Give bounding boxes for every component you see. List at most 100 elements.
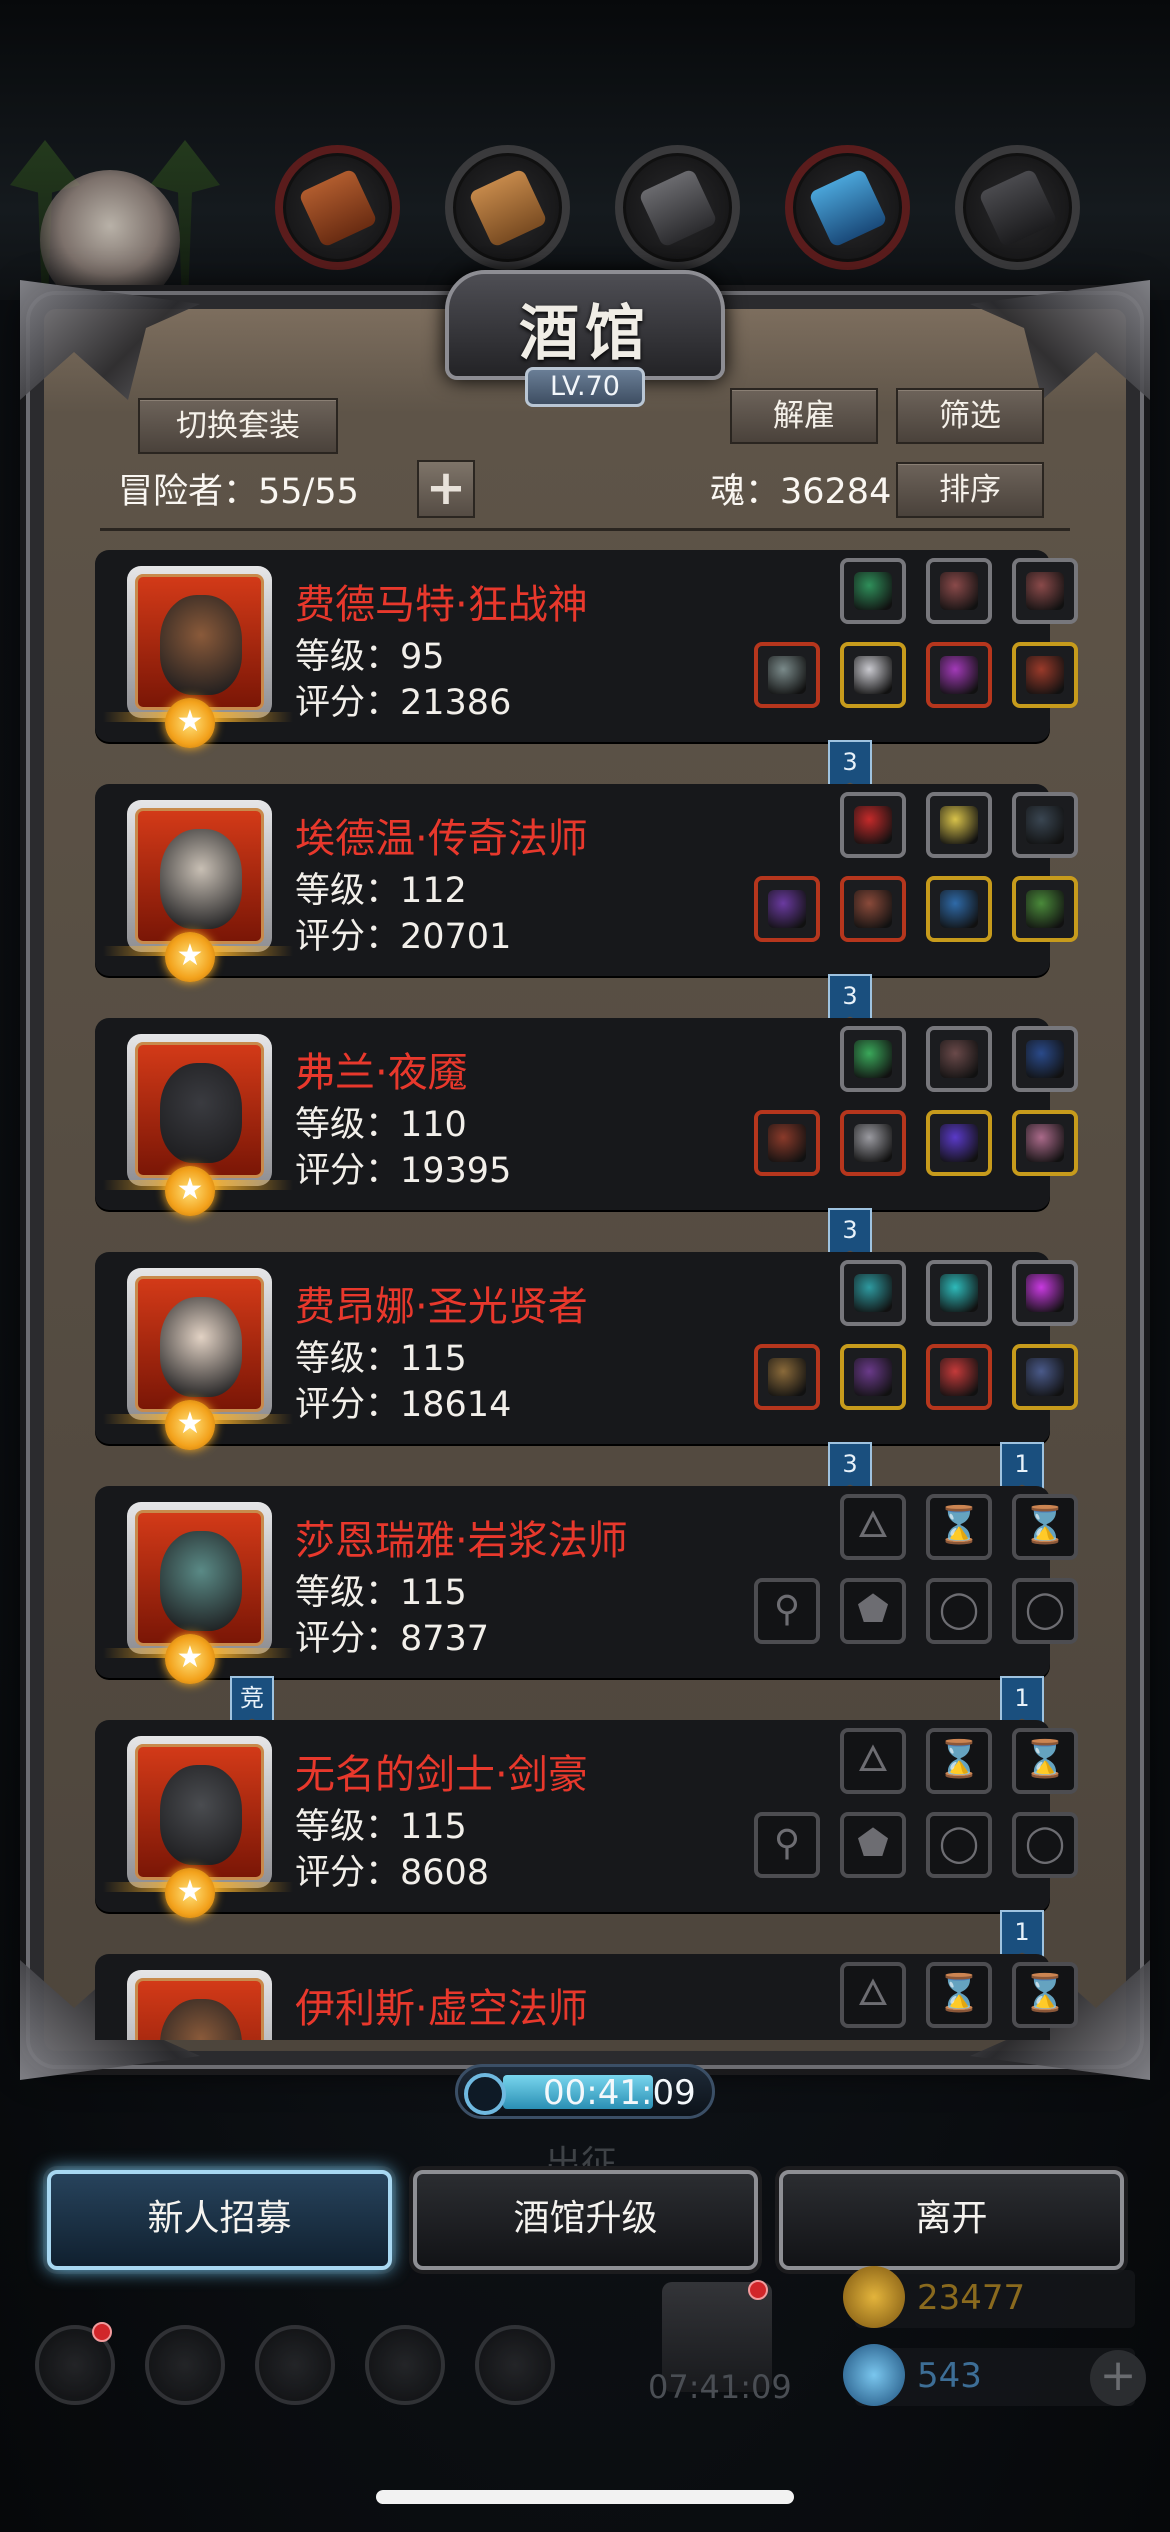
empty-equipment-slot[interactable]: ◯ [1012, 1578, 1078, 1644]
hero-card[interactable]: ★ 莎恩瑞雅·岩浆法师 等级：115 评分：8737 🜂 ⌛ ⌛ ⚲ ⬟ ◯ ◯ [95, 1486, 1078, 1684]
hero-portrait[interactable] [127, 1034, 272, 1186]
hero-name: 费德马特·狂战神 [295, 582, 588, 628]
hero-portrait[interactable] [127, 566, 272, 718]
equipment-slot[interactable] [1012, 876, 1078, 942]
item-icon [940, 656, 978, 694]
empty-equipment-slot[interactable]: 🜂 [840, 1962, 906, 2028]
equipment-slot[interactable] [926, 1260, 992, 1326]
equipment-slot[interactable] [840, 792, 906, 858]
guild-icon[interactable] [255, 2325, 335, 2405]
hero-name: 费昂娜·圣光贤者 [295, 1284, 588, 1330]
dock-timer: 07:41:09 [648, 2368, 792, 2406]
hero-portrait[interactable] [127, 1502, 272, 1654]
item-icon [854, 656, 892, 694]
equipment-slot[interactable] [926, 1344, 992, 1410]
equipment-slot[interactable] [926, 1110, 992, 1176]
equipment-slot[interactable] [754, 1344, 820, 1410]
filter-button[interactable]: 筛选 [896, 388, 1044, 444]
hero-card[interactable]: ★ 费昂娜·圣光贤者 等级：115 评分：18614 [95, 1252, 1078, 1450]
star-rank-icon: ★ [165, 1868, 215, 1918]
equipment-slot[interactable] [926, 792, 992, 858]
equipment-slot[interactable] [840, 1026, 906, 1092]
clock-icon [464, 2073, 506, 2115]
gold-resource: 23477 [843, 2266, 1135, 2328]
equipment-slot[interactable] [926, 876, 992, 942]
upgrade-tavern-button[interactable]: 酒馆升级 [413, 2170, 758, 2270]
empty-equipment-slot[interactable]: ⌛ [926, 1494, 992, 1560]
equipment-slot[interactable] [754, 876, 820, 942]
hero-card[interactable]: ★ 埃德温·传奇法师 等级：112 评分：20701 [95, 784, 1078, 982]
soul-count: 魂：36284 [710, 472, 892, 512]
empty-equipment-slot[interactable]: 🜂 [840, 1728, 906, 1794]
item-icon [1026, 656, 1064, 694]
hero-level: 等级：95 [295, 637, 445, 677]
equipment-slot[interactable] [840, 1110, 906, 1176]
hero-card[interactable]: ★ 无名的剑士·剑豪 等级：115 评分：8608 🜂 ⌛ ⌛ ⚲ ⬟ ◯ ◯ [95, 1720, 1078, 1918]
empty-equipment-slot[interactable]: ⬟ [840, 1812, 906, 1878]
empty-equipment-slot[interactable]: ⌛ [926, 1728, 992, 1794]
hero-portrait[interactable] [127, 800, 272, 952]
item-icon [1026, 1124, 1064, 1162]
adventurer-count: 冒险者：55/55 [118, 472, 359, 512]
switch-set-button[interactable]: 切换套装 [138, 398, 338, 454]
equipment-slot[interactable] [1012, 1026, 1078, 1092]
equipment-slot[interactable] [926, 558, 992, 624]
resource-icon-iron[interactable] [955, 145, 1080, 270]
resource-icon-crystal[interactable] [785, 145, 910, 270]
equipment-slot[interactable] [1012, 1260, 1078, 1326]
dismiss-button[interactable]: 解雇 [730, 388, 878, 444]
item-icon [1026, 806, 1064, 844]
equipment-slot[interactable] [840, 1344, 906, 1410]
empty-equipment-slot[interactable]: ◯ [926, 1812, 992, 1878]
equipment-slot[interactable] [754, 642, 820, 708]
hero-card[interactable]: ★伊利斯·虚空法师🜂⌛⌛ [95, 1954, 1078, 2040]
empty-equipment-slot[interactable]: ◯ [926, 1578, 992, 1644]
resource-icon-stone[interactable] [615, 145, 740, 270]
recruit-button[interactable]: 新人招募 [47, 2170, 392, 2270]
hero-card[interactable]: ★ 弗兰·夜魇 等级：110 评分：19395 [95, 1018, 1078, 1216]
equipment-slot[interactable] [1012, 1110, 1078, 1176]
hero-score: 评分：19395 [295, 1151, 512, 1191]
equipment-slot[interactable] [840, 558, 906, 624]
hero-portrait[interactable] [127, 1736, 272, 1888]
equipment-slot[interactable] [840, 1260, 906, 1326]
equipment-slot[interactable] [1012, 1344, 1078, 1410]
add-adventurer-button[interactable]: + [417, 460, 475, 518]
add-resource-icon[interactable]: + [1090, 2350, 1146, 2406]
equipment-slot[interactable] [1012, 558, 1078, 624]
item-icon [940, 890, 978, 928]
hero-portrait[interactable] [127, 1268, 272, 1420]
equipment-slot[interactable] [926, 642, 992, 708]
item-icon [854, 572, 892, 610]
leave-button[interactable]: 离开 [779, 2170, 1124, 2270]
equipment-slot[interactable] [840, 642, 906, 708]
empty-equipment-slot[interactable]: ⚲ [754, 1812, 820, 1878]
equipment-slot[interactable] [1012, 642, 1078, 708]
hero-card[interactable]: ★ 费德马特·狂战神 等级：95 评分：21386 [95, 550, 1078, 748]
empty-equipment-slot[interactable]: ⬟ [840, 1578, 906, 1644]
empty-equipment-slot[interactable]: ⌛ [1012, 1494, 1078, 1560]
empty-equipment-slot[interactable]: 🜂 [840, 1494, 906, 1560]
resource-icon-wood[interactable] [445, 145, 570, 270]
hero-list[interactable]: ★ 费德马特·狂战神 等级：95 评分：21386 3 ★ 埃德温·传奇法师 等级：112 评分… [60, 540, 1100, 2040]
equipment-slot[interactable] [1012, 792, 1078, 858]
hero-portrait[interactable] [127, 1970, 272, 2040]
sort-button[interactable]: 排序 [896, 462, 1044, 518]
hero-icon[interactable] [145, 2325, 225, 2405]
star-rank-icon: ★ [165, 698, 215, 748]
tavern-level-badge: LV.70 [525, 367, 645, 407]
rune-slot-icon: 🜂 [857, 1739, 889, 1780]
empty-equipment-slot[interactable]: ⌛ [1012, 1962, 1078, 2028]
empty-equipment-slot[interactable]: ⚲ [754, 1578, 820, 1644]
mail-icon[interactable] [365, 2325, 445, 2405]
resource-icon-meat[interactable] [275, 145, 400, 270]
empty-equipment-slot[interactable]: ⌛ [1012, 1728, 1078, 1794]
shop-icon[interactable] [475, 2325, 555, 2405]
empty-equipment-slot[interactable]: ◯ [1012, 1812, 1078, 1878]
equipment-slot[interactable] [926, 1026, 992, 1092]
empty-equipment-slot[interactable]: ⌛ [926, 1962, 992, 2028]
equipment-slot[interactable] [840, 876, 906, 942]
star-rank-icon: ★ [165, 1400, 215, 1450]
notification-dot [748, 2280, 768, 2300]
equipment-slot[interactable] [754, 1110, 820, 1176]
